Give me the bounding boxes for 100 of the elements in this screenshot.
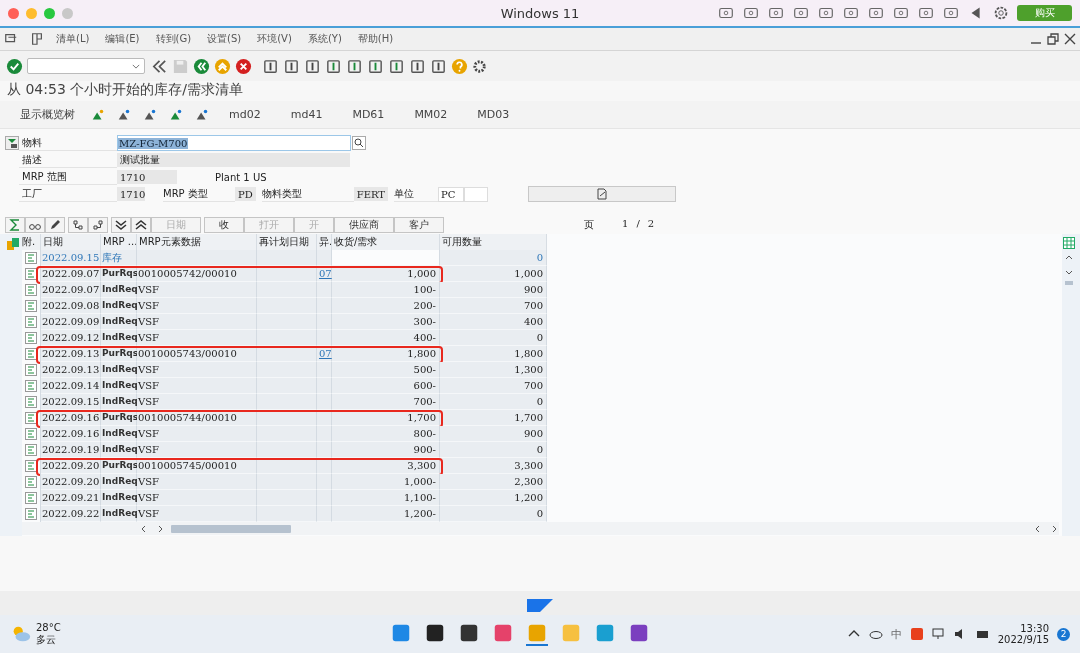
page-number: 1 bbox=[622, 218, 629, 231]
table-cell: 900 bbox=[440, 426, 547, 442]
table-cell: VSF bbox=[137, 426, 257, 442]
document-icon[interactable] bbox=[25, 428, 37, 440]
document-icon[interactable] bbox=[25, 508, 37, 520]
clock-date[interactable]: 2022/9/15 bbox=[997, 634, 1049, 645]
document-icon[interactable] bbox=[25, 460, 37, 472]
scroll-thumb[interactable] bbox=[1065, 281, 1073, 285]
page-label: 页 bbox=[584, 218, 594, 232]
layout-icon[interactable] bbox=[6, 237, 20, 251]
document-icon[interactable] bbox=[25, 380, 37, 392]
table-cell: VSF bbox=[137, 394, 257, 410]
toolbar-button[interactable]: 客户 bbox=[394, 217, 444, 233]
display-button[interactable] bbox=[25, 217, 45, 233]
menu-item[interactable]: 系统(Y) bbox=[307, 32, 342, 46]
table-cell: IndReq bbox=[101, 330, 137, 346]
check-icon[interactable] bbox=[6, 57, 23, 75]
column-header[interactable]: 日期 bbox=[41, 234, 101, 250]
network-icon[interactable] bbox=[931, 627, 946, 641]
table-cell: 库存 bbox=[101, 250, 137, 266]
document-icon[interactable] bbox=[25, 412, 37, 424]
column-header[interactable]: 附. bbox=[22, 234, 41, 250]
table-cell: 1,300 bbox=[440, 362, 547, 378]
transaction-button[interactable]: md02 bbox=[221, 106, 269, 123]
column-header[interactable]: 收货/需求 bbox=[332, 234, 440, 250]
hierarchy-icon bbox=[92, 219, 104, 231]
clock-time[interactable]: 13:30 bbox=[1020, 623, 1049, 634]
mountain-icon[interactable] bbox=[91, 107, 105, 122]
column-header[interactable]: MRP ... bbox=[101, 234, 137, 250]
menu-item[interactable]: 设置(S) bbox=[207, 32, 242, 46]
close-button[interactable] bbox=[8, 7, 19, 19]
transaction-button[interactable]: MM02 bbox=[406, 106, 456, 123]
sort-button[interactable] bbox=[68, 217, 88, 233]
command-field[interactable] bbox=[27, 58, 145, 74]
edit-button[interactable] bbox=[45, 217, 65, 233]
field-label: 物料类型 bbox=[261, 186, 354, 202]
exception-link[interactable]: 07 bbox=[318, 268, 332, 279]
table-cell: VSF bbox=[137, 330, 257, 346]
cancel-icon[interactable] bbox=[235, 57, 252, 75]
column-header[interactable]: 异. bbox=[317, 234, 332, 250]
scroll-thumb[interactable] bbox=[171, 524, 291, 533]
close-icon[interactable] bbox=[1064, 33, 1076, 45]
column-header[interactable]: 可用数量 bbox=[440, 234, 547, 250]
column-header[interactable]: MRP元素数据 bbox=[137, 234, 257, 250]
document-icon[interactable] bbox=[25, 396, 37, 408]
table-cell: 700- bbox=[332, 394, 440, 410]
sum-button[interactable] bbox=[5, 217, 25, 233]
ime-indicator[interactable]: 中 bbox=[890, 626, 902, 642]
table-cell: 600- bbox=[332, 378, 440, 394]
table-cell: 1,200- bbox=[332, 506, 440, 522]
back-icon[interactable] bbox=[151, 57, 168, 75]
table-cell bbox=[257, 282, 317, 298]
document-icon[interactable] bbox=[25, 268, 37, 280]
table-cell: IndReq bbox=[101, 314, 137, 330]
table-cell: 2022.09.14 bbox=[41, 378, 101, 394]
overview-tree-button[interactable]: 显示概览树 bbox=[12, 105, 83, 124]
settings-icon[interactable] bbox=[472, 57, 489, 75]
document-icon[interactable] bbox=[25, 348, 37, 360]
mrp-area-field: 1710 bbox=[117, 170, 177, 184]
settings-icon[interactable] bbox=[992, 4, 1010, 22]
collapse-button[interactable] bbox=[131, 217, 151, 233]
document-icon[interactable] bbox=[25, 444, 37, 456]
toolbar-button[interactable]: 供应商 bbox=[334, 217, 394, 233]
exit-icon[interactable] bbox=[193, 57, 210, 75]
app-tray-icon[interactable] bbox=[909, 627, 924, 641]
document-icon[interactable] bbox=[25, 332, 37, 344]
menu-item[interactable]: 环境(V) bbox=[257, 32, 292, 46]
menu-item[interactable]: 帮助(H) bbox=[357, 32, 394, 46]
layout-icon[interactable] bbox=[30, 32, 44, 46]
sort-button[interactable] bbox=[88, 217, 108, 233]
table-cell: 2022.09.12 bbox=[41, 330, 101, 346]
document-icon[interactable] bbox=[25, 476, 37, 488]
table-cell: 2022.09.07 bbox=[41, 282, 101, 298]
document-icon[interactable] bbox=[25, 492, 37, 504]
header-toggle-icon[interactable] bbox=[5, 136, 19, 150]
document-icon[interactable] bbox=[25, 284, 37, 296]
expand-button[interactable] bbox=[111, 217, 131, 233]
table-cell: 0 bbox=[440, 442, 547, 458]
menu-item[interactable]: 转到(G) bbox=[155, 32, 192, 46]
document-icon[interactable] bbox=[25, 316, 37, 328]
transaction-button[interactable]: MD61 bbox=[344, 106, 393, 123]
column-header[interactable]: 再计划日期 bbox=[257, 234, 317, 250]
toolbar-button[interactable]: 收 bbox=[204, 217, 244, 233]
document-icon[interactable] bbox=[25, 252, 37, 264]
restore-icon[interactable] bbox=[1047, 33, 1059, 45]
transaction-button[interactable]: MD03 bbox=[469, 106, 518, 123]
transaction-button[interactable]: md41 bbox=[282, 106, 331, 123]
material-field[interactable]: MZ-FG-M700 bbox=[117, 135, 351, 151]
notification-badge[interactable]: 2 bbox=[1057, 627, 1070, 641]
caret-icon[interactable] bbox=[132, 63, 140, 69]
table-cell: 0 bbox=[440, 330, 547, 346]
menu-item[interactable]: 编辑(E) bbox=[105, 32, 140, 46]
exception-link[interactable]: 07 bbox=[318, 348, 332, 359]
table-cell: 2022.09.08 bbox=[41, 298, 101, 314]
grid-icon[interactable] bbox=[1063, 237, 1075, 249]
table-cell: 300- bbox=[332, 314, 440, 330]
table-cell: IndReq bbox=[101, 282, 137, 298]
menu-item[interactable]: 清单(L) bbox=[56, 32, 90, 46]
document-icon[interactable] bbox=[25, 364, 37, 376]
document-icon[interactable] bbox=[25, 300, 37, 312]
